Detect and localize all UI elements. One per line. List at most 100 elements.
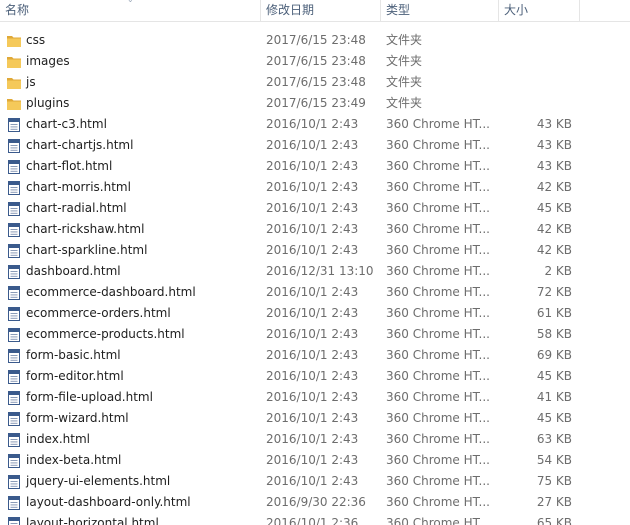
file-explorer: 名称 ⌄ 修改日期 类型 大小 css2017/6/15 23:48文件夹ima… xyxy=(0,0,630,525)
folder-row[interactable]: css 2017/6/15 23:48 文件夹 xyxy=(0,30,630,51)
file-type: 360 Chrome HT... xyxy=(386,411,490,425)
file-name: ecommerce-dashboard.html xyxy=(26,285,196,299)
folder-icon xyxy=(6,33,22,49)
file-name: chart-c3.html xyxy=(26,117,107,131)
html-file-icon xyxy=(6,159,22,175)
file-size: 72 KB xyxy=(536,285,572,299)
file-size: 45 KB xyxy=(536,411,572,425)
file-size: 43 KB xyxy=(536,117,572,131)
html-file-icon xyxy=(6,495,22,511)
column-header-size[interactable]: 大小 xyxy=(499,0,579,21)
file-modified-date: 2016/10/1 2:43 xyxy=(266,390,359,404)
file-size: 61 KB xyxy=(536,306,572,320)
file-modified-date: 2017/6/15 23:48 xyxy=(266,54,366,68)
html-file-icon xyxy=(6,516,22,525)
html-file-icon xyxy=(6,285,22,301)
file-modified-date: 2017/6/15 23:49 xyxy=(266,96,366,110)
file-name: chart-flot.html xyxy=(26,159,113,173)
html-file-icon xyxy=(6,264,22,280)
file-type: 360 Chrome HT... xyxy=(386,243,490,257)
file-row[interactable]: ecommerce-products.html 2016/10/1 2:43 360… xyxy=(0,324,630,345)
file-modified-date: 2016/10/1 2:36 xyxy=(266,516,359,525)
file-size: 54 KB xyxy=(536,453,572,467)
file-row[interactable]: layout-horizontal.html 2016/10/1 2:36 360 … xyxy=(0,513,630,525)
file-row[interactable]: index-beta.html 2016/10/1 2:43 360 Chrome … xyxy=(0,450,630,471)
file-size: 69 KB xyxy=(536,348,572,362)
file-type: 360 Chrome HT... xyxy=(386,285,490,299)
file-row[interactable]: index.html 2016/10/1 2:43 360 Chrome HT...… xyxy=(0,429,630,450)
file-row[interactable]: chart-rickshaw.html 2016/10/1 2:43 360 Chr… xyxy=(0,219,630,240)
file-size: 63 KB xyxy=(536,432,572,446)
folder-row[interactable]: plugins 2017/6/15 23:49 文件夹 xyxy=(0,93,630,114)
file-row[interactable]: layout-dashboard-only.html 2016/9/30 22:3… xyxy=(0,492,630,513)
file-name: chart-rickshaw.html xyxy=(26,222,145,236)
file-size: 75 KB xyxy=(536,474,572,488)
file-name: jquery-ui-elements.html xyxy=(26,474,171,488)
file-name: form-file-upload.html xyxy=(26,390,153,404)
file-name: chart-radial.html xyxy=(26,201,127,215)
html-file-icon xyxy=(6,201,22,217)
file-type: 360 Chrome HT... xyxy=(386,327,490,341)
file-type: 360 Chrome HT... xyxy=(386,117,490,131)
file-row[interactable]: chart-morris.html 2016/10/1 2:43 360 Chrom… xyxy=(0,177,630,198)
folder-row[interactable]: js 2017/6/15 23:48 文件夹 xyxy=(0,72,630,93)
file-row[interactable]: chart-chartjs.html 2016/10/1 2:43 360 Chro… xyxy=(0,135,630,156)
column-header-date[interactable]: 修改日期 xyxy=(261,0,380,21)
file-row[interactable]: chart-sparkline.html 2016/10/1 2:43 360 Ch… xyxy=(0,240,630,261)
file-modified-date: 2016/10/1 2:43 xyxy=(266,369,359,383)
file-size xyxy=(500,51,572,72)
file-row[interactable]: ecommerce-dashboard.html 2016/10/1 2:43 36… xyxy=(0,282,630,303)
file-size: 45 KB xyxy=(536,201,572,215)
html-file-icon xyxy=(6,243,22,259)
file-modified-date: 2016/10/1 2:43 xyxy=(266,159,359,173)
file-modified-date: 2016/10/1 2:43 xyxy=(266,411,359,425)
file-type: 文件夹 xyxy=(386,54,423,68)
file-name: layout-horizontal.html xyxy=(26,516,159,525)
html-file-icon xyxy=(6,180,22,196)
file-modified-date: 2016/10/1 2:43 xyxy=(266,138,359,152)
file-modified-date: 2016/10/1 2:43 xyxy=(266,453,359,467)
sort-arrow-icon: ⌄ xyxy=(127,0,134,4)
file-name: js xyxy=(26,75,36,89)
file-row[interactable]: chart-c3.html 2016/10/1 2:43 360 Chrome HT… xyxy=(0,114,630,135)
file-size: 41 KB xyxy=(536,390,572,404)
folder-row[interactable]: images 2017/6/15 23:48 文件夹 xyxy=(0,51,630,72)
file-type: 360 Chrome HT... xyxy=(386,369,490,383)
file-modified-date: 2016/10/1 2:43 xyxy=(266,222,359,236)
column-header-name-label: 名称 xyxy=(5,3,30,17)
file-type: 360 Chrome HT... xyxy=(386,159,490,173)
file-size: 42 KB xyxy=(536,243,572,257)
column-header-type[interactable]: 类型 xyxy=(381,0,498,21)
file-row[interactable]: chart-flot.html 2016/10/1 2:43 360 Chrome … xyxy=(0,156,630,177)
file-size: 65 KB xyxy=(536,516,572,525)
file-type: 360 Chrome HT... xyxy=(386,348,490,362)
file-type: 360 Chrome HT... xyxy=(386,264,490,278)
file-size: 43 KB xyxy=(536,159,572,173)
file-name: layout-dashboard-only.html xyxy=(26,495,191,509)
file-name: images xyxy=(26,54,70,68)
column-header-date-label: 修改日期 xyxy=(266,3,315,17)
file-row[interactable]: chart-radial.html 2016/10/1 2:43 360 Chrom… xyxy=(0,198,630,219)
html-file-icon xyxy=(6,390,22,406)
file-name: plugins xyxy=(26,96,70,110)
file-row[interactable]: form-basic.html 2016/10/1 2:43 360 Chrome … xyxy=(0,345,630,366)
file-row[interactable]: form-file-upload.html 2016/10/1 2:43 360 C… xyxy=(0,387,630,408)
file-type: 文件夹 xyxy=(386,96,423,110)
file-name: chart-chartjs.html xyxy=(26,138,134,152)
file-size: 45 KB xyxy=(536,369,572,383)
file-row[interactable]: form-wizard.html 2016/10/1 2:43 360 Chrome… xyxy=(0,408,630,429)
file-row[interactable]: ecommerce-orders.html 2016/10/1 2:43 360 C… xyxy=(0,303,630,324)
file-type: 360 Chrome HT... xyxy=(386,474,490,488)
file-row[interactable]: form-editor.html 2016/10/1 2:43 360 Chrome… xyxy=(0,366,630,387)
file-name: index.html xyxy=(26,432,90,446)
file-row[interactable]: dashboard.html 2016/12/31 13:10 360 Chrome… xyxy=(0,261,630,282)
file-type: 360 Chrome HT... xyxy=(386,390,490,404)
file-row[interactable]: jquery-ui-elements.html 2016/10/1 2:43 360… xyxy=(0,471,630,492)
file-modified-date: 2016/10/1 2:43 xyxy=(266,306,359,320)
file-type: 360 Chrome HT... xyxy=(386,516,490,525)
file-size: 43 KB xyxy=(536,138,572,152)
column-divider[interactable] xyxy=(579,0,580,21)
file-name: chart-sparkline.html xyxy=(26,243,148,257)
html-file-icon xyxy=(6,453,22,469)
file-size xyxy=(500,93,572,114)
